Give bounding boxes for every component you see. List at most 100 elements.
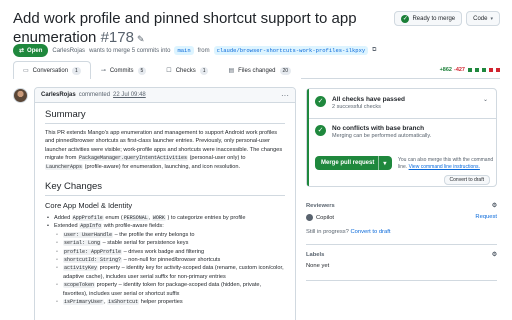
reviewer-row: Copilot Request: [306, 214, 497, 221]
field-code: serial: Long: [63, 240, 102, 247]
pr-author-link[interactable]: CarlesRojas: [52, 48, 85, 54]
pr-status-text: wants to merge 5 commits into: [89, 47, 171, 54]
edit-pencil-icon[interactable]: ✎: [137, 34, 145, 44]
summary-heading: Summary: [45, 109, 285, 124]
check-circle-icon: ✓: [315, 125, 326, 136]
comment-verb: commented: [78, 92, 111, 98]
pull-request-icon: ⇄: [19, 48, 25, 54]
checks-status-row[interactable]: ✓ All checks have passed 2 successful ch…: [315, 96, 488, 111]
tab-conversation[interactable]: ▭ Conversation 1: [13, 61, 91, 79]
comment-body: Summary This PR extends Mango's app enum…: [35, 103, 295, 313]
base-branch[interactable]: main: [174, 46, 194, 55]
commits-icon: ⊸: [100, 68, 106, 74]
request-review-link[interactable]: Request: [475, 214, 497, 221]
list-item: activityKey property – identity key for …: [54, 264, 285, 281]
conversation-icon: ▭: [23, 68, 29, 74]
command-line-link[interactable]: View command line instructions.: [409, 164, 480, 170]
convert-to-draft-button[interactable]: Convert to draft: [443, 175, 490, 185]
core-model-heading: Core App Model & Identity: [45, 201, 133, 211]
pr-title: Add work profile and pinned shortcut sup…: [13, 10, 357, 46]
field-code: isPrimaryUser: [63, 299, 105, 306]
reviewers-section: Reviewers ⚙ Copilot Request Still in pro…: [306, 203, 497, 235]
tab-checks-count: 1: [199, 66, 209, 75]
field-code: isShortcut: [107, 299, 140, 306]
merge-box: ✓ All checks have passed 2 successful ch…: [306, 88, 497, 187]
deletions-count: -427: [453, 66, 465, 73]
diffstat-bar-del: [489, 67, 493, 72]
list-item-text: with profile-aware fields:: [103, 223, 164, 230]
labels-value: None yet: [306, 263, 330, 269]
summary-paragraph: This PR extends Mango's app enumeration …: [45, 129, 285, 171]
list-item: profile: AppProfile – drives work badge …: [54, 248, 285, 257]
merge-pull-request-button[interactable]: Merge pull request ▾: [315, 156, 393, 170]
check-circle-icon: ✓: [401, 14, 410, 23]
kebab-menu-icon[interactable]: ···: [281, 91, 289, 100]
field-code: user: UserHandle: [63, 231, 114, 238]
list-item-text: ) to categorize entries by profile: [167, 215, 246, 222]
field-text: – stable serial for persistence keys: [102, 240, 189, 247]
tab-commits[interactable]: ⊸ Commits 5: [90, 61, 157, 79]
reviewer-name: Copilot: [316, 215, 335, 222]
conflicts-subtitle: Merging can be performed automatically.: [332, 133, 432, 139]
open-status-label: Open: [27, 47, 43, 54]
reviewer-entry[interactable]: Copilot: [306, 214, 334, 221]
tab-files-count: 20: [279, 66, 292, 75]
files-icon: ▤: [228, 68, 235, 74]
list-item-text: Added: [54, 215, 71, 222]
tab-commits-count: 5: [137, 66, 147, 75]
list-item-text: Extended: [54, 223, 78, 230]
checks-subtitle: 2 successful checks: [332, 104, 381, 110]
checks-status-text: All checks have passed 2 successful chec…: [332, 96, 405, 111]
code-launcher-apps: LauncherApps: [45, 163, 84, 170]
tab-checks-label: Checks: [175, 67, 196, 74]
check-circle-icon: ✓: [315, 96, 326, 107]
conflicts-status-text: No conflicts with base branch Merging ca…: [332, 125, 431, 140]
list-item: scopeToken property – identity token for…: [54, 281, 285, 298]
list-item: shortcutId: String? – non-null for pinne…: [54, 256, 285, 265]
reviewers-label: Reviewers: [306, 203, 335, 209]
key-changes-heading: Key Changes: [45, 181, 285, 197]
avatar[interactable]: [13, 88, 28, 103]
tab-conversation-label: Conversation: [32, 67, 69, 74]
list-item-text: enum (: [105, 215, 123, 222]
gear-icon[interactable]: ⚙: [492, 252, 497, 258]
list-item: isPrimaryUser, isShortcut helper propert…: [54, 298, 285, 307]
chevron-down-icon[interactable]: ⌄: [483, 96, 488, 111]
summary-text-3: (profile-aware) for enumeration, launchi…: [84, 163, 241, 170]
code-app-info: AppInfo: [79, 223, 103, 230]
pr-description-comment: CarlesRojas commented 22 Jul 09:48 ··· S…: [34, 87, 296, 320]
diffstat: +862 -427: [440, 61, 500, 78]
fields-list: user: UserHandle – the profile the entry…: [54, 231, 285, 307]
merge-divider: [309, 118, 496, 119]
comment-author[interactable]: CarlesRojas: [41, 92, 76, 98]
convert-to-draft-label: Convert to draft: [449, 177, 484, 183]
gear-icon[interactable]: ⚙: [492, 203, 497, 209]
code-button[interactable]: Code ▾: [466, 11, 500, 26]
sidebar-divider: [306, 244, 497, 245]
still-in-progress-text: Still in progress?: [306, 229, 349, 236]
diffstat-bar-add: [475, 67, 479, 72]
checks-title: All checks have passed: [332, 96, 405, 103]
list-item: user: UserHandle – the profile the entry…: [54, 231, 285, 240]
chevron-down-icon[interactable]: ▾: [383, 160, 386, 167]
field-text: helper properties: [140, 299, 183, 306]
pr-title-block: Add work profile and pinned shortcut sup…: [13, 9, 393, 49]
comment-timestamp[interactable]: 22 Jul 09:48: [113, 92, 146, 98]
summary-text-2: (personal-user only) to: [189, 155, 246, 162]
head-branch[interactable]: claude/browser-shortcuts-work-profiles-i…: [213, 46, 369, 55]
open-status-badge: ⇄ Open: [13, 44, 49, 57]
tab-checks[interactable]: ☐ Checks 1: [156, 61, 219, 79]
chevron-down-icon: ▾: [490, 15, 493, 22]
command-line-note: You can also merge this with the command…: [398, 157, 494, 170]
merge-button-label: Merge pull request: [321, 160, 375, 166]
header-actions: ✓ Ready to merge Code ▾: [394, 11, 500, 26]
code-label: Code: [473, 15, 488, 22]
copy-branch-icon[interactable]: ⧉: [372, 47, 376, 54]
convert-to-draft-link[interactable]: Convert to draft: [350, 229, 390, 235]
pr-status-line: ⇄ Open CarlesRojas wants to merge 5 comm…: [13, 44, 376, 57]
comment-header: CarlesRojas commented 22 Jul 09:48 ···: [35, 88, 295, 103]
diffstat-bar-del: [496, 67, 500, 72]
conflicts-status-row: ✓ No conflicts with base branch Merging …: [315, 125, 488, 140]
tab-files-changed[interactable]: ▤ Files changed 20: [218, 61, 302, 79]
ready-to-merge-button[interactable]: ✓ Ready to merge: [394, 11, 463, 26]
